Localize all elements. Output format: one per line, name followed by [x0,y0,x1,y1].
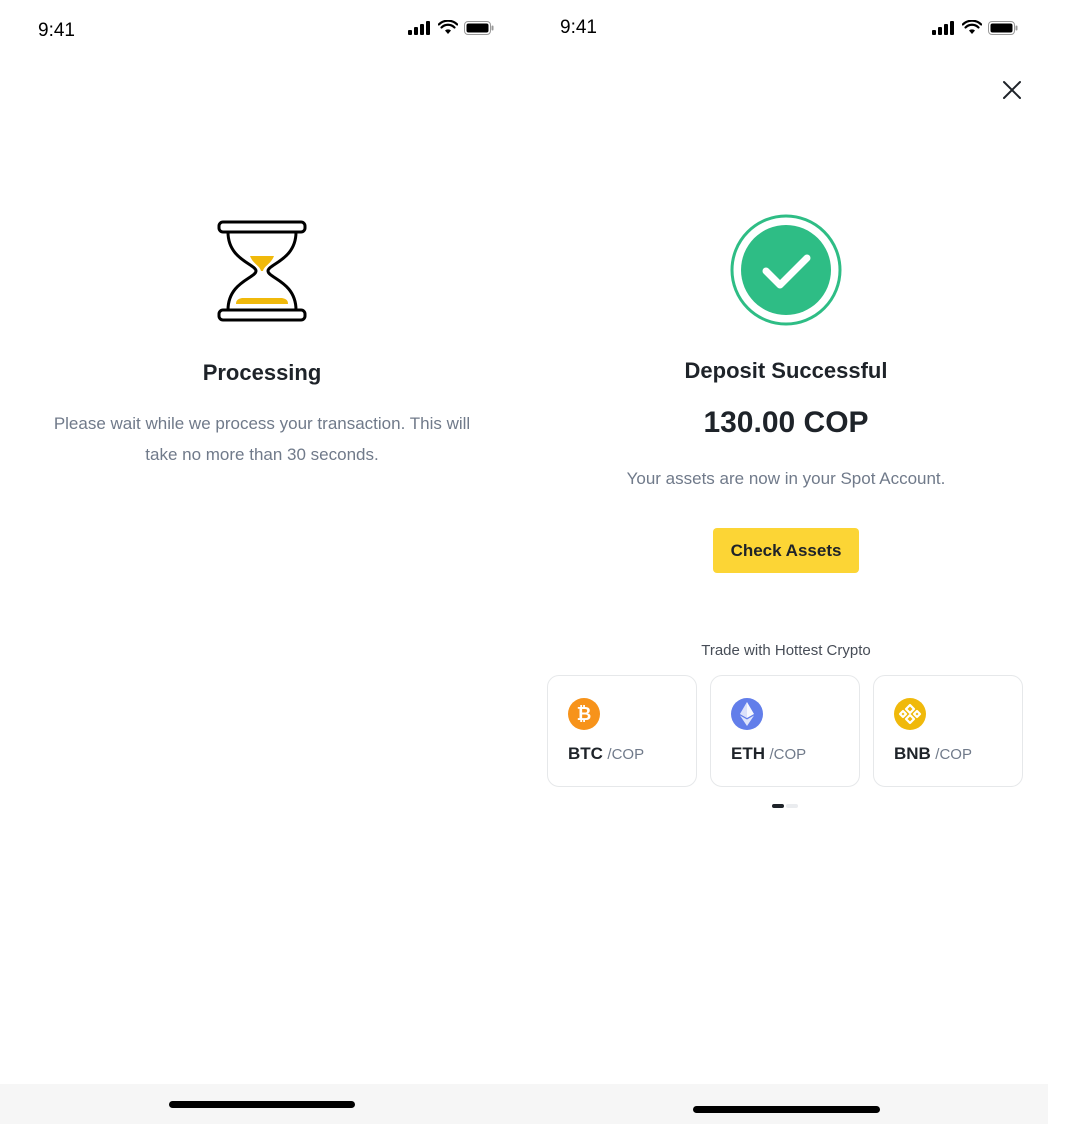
wifi-icon [438,20,458,34]
pair-label: BTC /COP [568,744,644,764]
pair-label: BNB /COP [894,744,972,764]
home-indicator[interactable] [169,1101,355,1108]
battery-icon [988,20,1018,35]
status-icons [408,20,494,35]
pager-dot-active[interactable] [772,804,784,808]
bnb-icon [894,698,926,730]
close-icon[interactable] [1002,80,1022,100]
processing-screen: 9:41 Processing Please wait while we pro… [0,0,524,1124]
signal-icon [932,20,954,35]
status-time: 9:41 [38,20,75,41]
pair-card-btc[interactable]: ₿ BTC /COP [547,675,697,787]
success-title: Deposit Successful [684,358,888,383]
ethereum-icon [731,698,763,730]
section-title: Trade with Hottest Crypto [701,642,871,659]
check-assets-button[interactable]: Check Assets [713,528,859,573]
success-message: Your assets are now in your Spot Account… [626,469,946,488]
wifi-icon [962,20,982,34]
processing-title: Processing [202,360,322,385]
deposit-success-screen: 9:41 Deposit Successful 130.00 COP Your … [524,0,1048,1124]
pair-quote: /COP [935,746,972,763]
bitcoin-icon: ₿ [568,698,600,730]
processing-message-line2: take no more than 30 seconds. [145,445,379,464]
pager-dots[interactable] [772,804,798,808]
status-time: 9:41 [560,17,597,38]
status-bar: 9:41 [0,0,524,60]
pair-base: ETH [731,744,765,763]
status-bar: 9:41 [524,0,1048,60]
processing-message-line1: Please wait while we process your transa… [53,414,471,433]
status-icons [932,20,1018,35]
pair-card-eth[interactable]: ETH /COP [710,675,860,787]
pair-quote: /COP [769,746,807,763]
svg-text:₿: ₿ [577,704,592,725]
pager-dot[interactable] [786,804,798,808]
hourglass-icon [217,220,307,322]
battery-icon [464,20,494,35]
home-indicator[interactable] [693,1106,880,1113]
deposit-amount: 130.00 COP [703,406,869,439]
signal-icon [408,20,430,35]
pair-base: BNB [894,744,931,763]
pair-base: BTC [568,744,603,763]
check-circle-icon [730,214,842,326]
pair-quote: /COP [607,746,645,763]
pair-label: ETH /COP [731,744,806,764]
pair-card-bnb[interactable]: BNB /COP [873,675,1023,787]
bottom-bar [524,1084,1048,1124]
